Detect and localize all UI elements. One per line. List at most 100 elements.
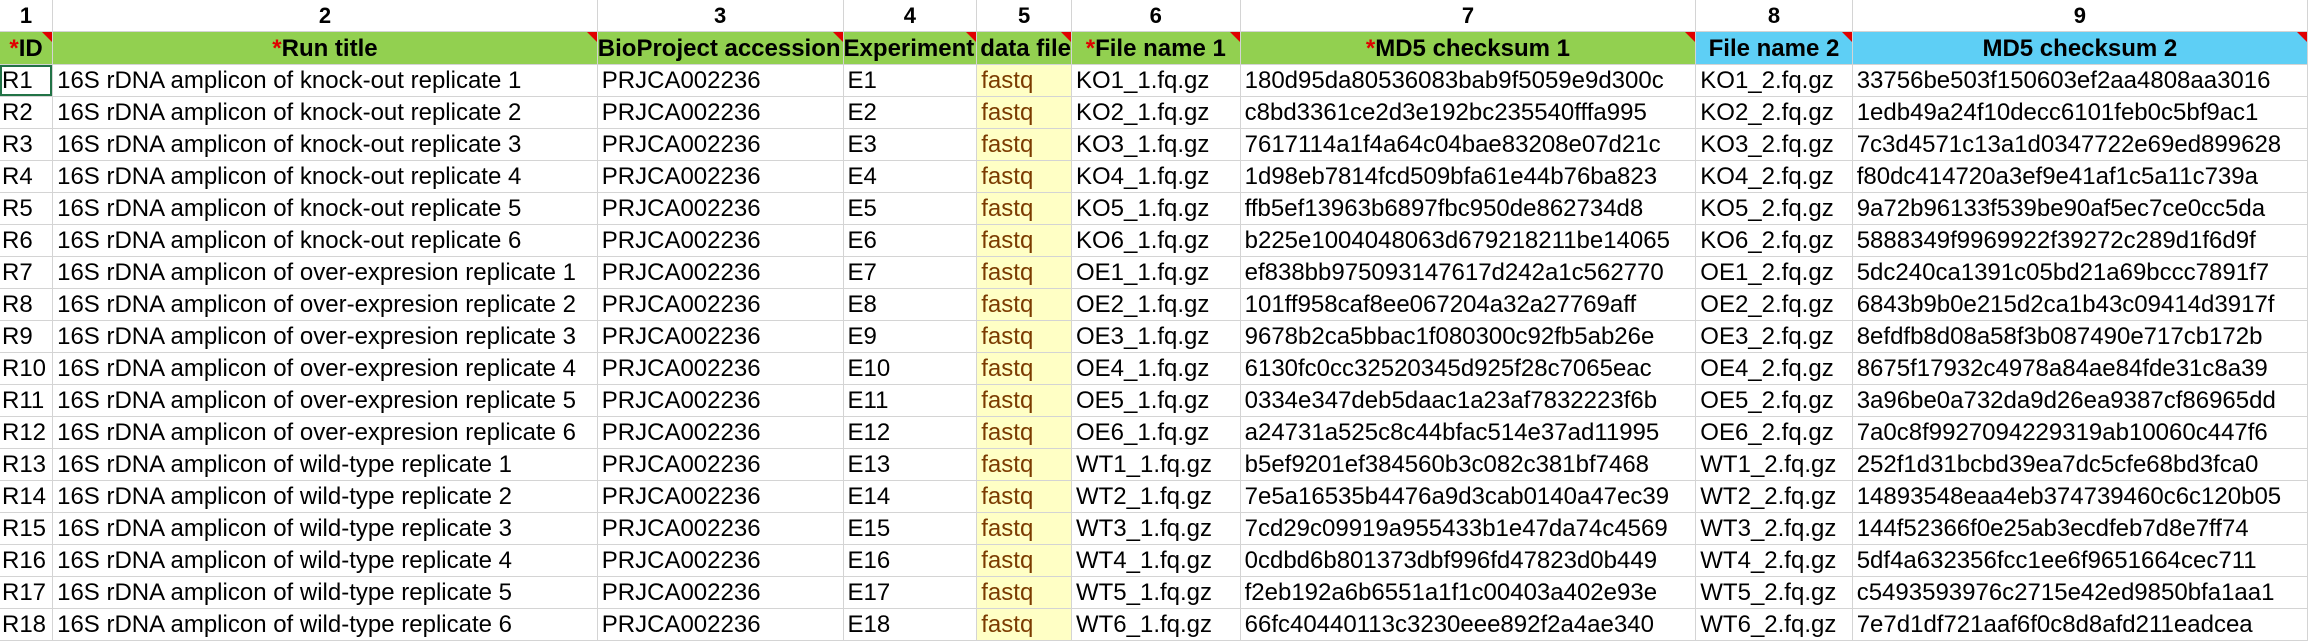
cell-file-name-1[interactable]: OE6_1.fq.gz	[1071, 416, 1241, 449]
cell-file-name-1[interactable]: KO6_1.fq.gz	[1071, 224, 1241, 257]
cell-file-name-1[interactable]: WT5_1.fq.gz	[1071, 576, 1241, 609]
cell-md5-checksum-1[interactable]: 180d95da80536083bab9f5059e9d300c	[1240, 64, 1697, 97]
cell-data-file[interactable]: fastq	[976, 288, 1072, 321]
cell-bioproject-accession[interactable]: PRJCA002236	[597, 160, 844, 193]
cell-bioproject-accession[interactable]: PRJCA002236	[597, 608, 844, 641]
cell-experiment[interactable]: E11	[843, 384, 978, 417]
header-bioproject-accession[interactable]: BioProject accession	[597, 31, 844, 65]
cell-experiment[interactable]: E7	[843, 256, 978, 289]
cell-data-file[interactable]: fastq	[976, 64, 1072, 97]
cell-bioproject-accession[interactable]: PRJCA002236	[597, 224, 844, 257]
cell-id[interactable]: R14	[0, 480, 54, 513]
cell-md5-checksum-2[interactable]: 8efdfb8d08a58f3b087490e717cb172b	[1852, 320, 2308, 353]
cell-run-title[interactable]: 16S rDNA amplicon of knock-out replicate…	[52, 160, 598, 193]
cell-id[interactable]: R16	[0, 544, 54, 577]
cell-file-name-2[interactable]: KO3_2.fq.gz	[1695, 128, 1853, 161]
cell-data-file[interactable]: fastq	[976, 576, 1072, 609]
cell-file-name-1[interactable]: KO5_1.fq.gz	[1071, 192, 1241, 225]
cell-run-title[interactable]: 16S rDNA amplicon of over-expresion repl…	[52, 416, 598, 449]
column-number[interactable]: 3	[597, 0, 844, 32]
cell-id[interactable]: R2	[0, 96, 54, 129]
cell-md5-checksum-1[interactable]: 9678b2ca5bbac1f080300c92fb5ab26e	[1240, 320, 1697, 353]
cell-experiment[interactable]: E16	[843, 544, 978, 577]
cell-data-file[interactable]: fastq	[976, 416, 1072, 449]
cell-bioproject-accession[interactable]: PRJCA002236	[597, 544, 844, 577]
cell-md5-checksum-2[interactable]: 252f1d31bcbd39ea7dc5cfe68bd3fca0	[1852, 448, 2308, 481]
column-number[interactable]: 6	[1071, 0, 1241, 32]
cell-id[interactable]: R15	[0, 512, 54, 545]
cell-file-name-2[interactable]: KO6_2.fq.gz	[1695, 224, 1853, 257]
cell-id[interactable]: R9	[0, 320, 54, 353]
cell-data-file[interactable]: fastq	[976, 448, 1072, 481]
cell-data-file[interactable]: fastq	[976, 512, 1072, 545]
cell-md5-checksum-1[interactable]: 6130fc0cc32520345d925f28c7065eac	[1240, 352, 1697, 385]
column-number[interactable]: 9	[1852, 0, 2308, 32]
cell-file-name-1[interactable]: KO4_1.fq.gz	[1071, 160, 1241, 193]
column-number[interactable]: 4	[843, 0, 978, 32]
cell-data-file[interactable]: fastq	[976, 160, 1072, 193]
cell-run-title[interactable]: 16S rDNA amplicon of knock-out replicate…	[52, 224, 598, 257]
cell-experiment[interactable]: E4	[843, 160, 978, 193]
cell-md5-checksum-1[interactable]: 66fc40440113c3230eee892f2a4ae340	[1240, 608, 1697, 641]
cell-file-name-1[interactable]: OE2_1.fq.gz	[1071, 288, 1241, 321]
header-file-name-2[interactable]: File name 2	[1695, 31, 1853, 65]
cell-run-title[interactable]: 16S rDNA amplicon of knock-out replicate…	[52, 128, 598, 161]
cell-md5-checksum-1[interactable]: ffb5ef13963b6897fbc950de862734d8	[1240, 192, 1697, 225]
column-number[interactable]: 2	[52, 0, 598, 32]
cell-experiment[interactable]: E8	[843, 288, 978, 321]
cell-data-file[interactable]: fastq	[976, 128, 1072, 161]
header-run-title[interactable]: *Run title	[52, 31, 598, 65]
cell-id[interactable]: R5	[0, 192, 54, 225]
cell-experiment[interactable]: E10	[843, 352, 978, 385]
cell-md5-checksum-1[interactable]: c8bd3361ce2d3e192bc235540fffa995	[1240, 96, 1697, 129]
cell-md5-checksum-2[interactable]: 33756be503f150603ef2aa4808aa3016	[1852, 64, 2308, 97]
header-md5-checksum-1[interactable]: *MD5 checksum 1	[1240, 31, 1697, 65]
cell-file-name-1[interactable]: OE3_1.fq.gz	[1071, 320, 1241, 353]
cell-experiment[interactable]: E18	[843, 608, 978, 641]
cell-md5-checksum-1[interactable]: 7cd29c09919a955433b1e47da74c4569	[1240, 512, 1697, 545]
cell-file-name-2[interactable]: OE4_2.fq.gz	[1695, 352, 1853, 385]
cell-file-name-2[interactable]: OE5_2.fq.gz	[1695, 384, 1853, 417]
cell-file-name-1[interactable]: WT1_1.fq.gz	[1071, 448, 1241, 481]
cell-run-title[interactable]: 16S rDNA amplicon of wild-type replicate…	[52, 480, 598, 513]
cell-md5-checksum-2[interactable]: 6843b9b0e215d2ca1b43c09414d3917f	[1852, 288, 2308, 321]
cell-md5-checksum-2[interactable]: 5888349f9969922f39272c289d1f6d9f	[1852, 224, 2308, 257]
cell-file-name-2[interactable]: WT1_2.fq.gz	[1695, 448, 1853, 481]
cell-md5-checksum-2[interactable]: 7e7d1df721aaf6f0c8d8afd211eadcea	[1852, 608, 2308, 641]
cell-file-name-2[interactable]: OE2_2.fq.gz	[1695, 288, 1853, 321]
cell-file-name-1[interactable]: KO2_1.fq.gz	[1071, 96, 1241, 129]
cell-id[interactable]: R7	[0, 256, 54, 289]
cell-md5-checksum-2[interactable]: 9a72b96133f539be90af5ec7ce0cc5da	[1852, 192, 2308, 225]
cell-experiment[interactable]: E9	[843, 320, 978, 353]
cell-run-title[interactable]: 16S rDNA amplicon of over-expresion repl…	[52, 320, 598, 353]
column-number[interactable]: 5	[976, 0, 1072, 32]
cell-md5-checksum-1[interactable]: 1d98eb7814fcd509bfa61e44b76ba823	[1240, 160, 1697, 193]
header-experiment[interactable]: Experiment	[843, 31, 978, 65]
cell-data-file[interactable]: fastq	[976, 480, 1072, 513]
cell-experiment[interactable]: E14	[843, 480, 978, 513]
cell-run-title[interactable]: 16S rDNA amplicon of knock-out replicate…	[52, 96, 598, 129]
cell-bioproject-accession[interactable]: PRJCA002236	[597, 192, 844, 225]
cell-bioproject-accession[interactable]: PRJCA002236	[597, 448, 844, 481]
cell-file-name-2[interactable]: WT6_2.fq.gz	[1695, 608, 1853, 641]
cell-bioproject-accession[interactable]: PRJCA002236	[597, 480, 844, 513]
cell-md5-checksum-2[interactable]: f80dc414720a3ef9e41af1c5a11c739a	[1852, 160, 2308, 193]
cell-md5-checksum-1[interactable]: a24731a525c8c44bfac514e37ad11995	[1240, 416, 1697, 449]
cell-experiment[interactable]: E3	[843, 128, 978, 161]
cell-file-name-1[interactable]: OE4_1.fq.gz	[1071, 352, 1241, 385]
cell-data-file[interactable]: fastq	[976, 192, 1072, 225]
cell-md5-checksum-1[interactable]: 0334e347deb5daac1a23af7832223f6b	[1240, 384, 1697, 417]
cell-file-name-2[interactable]: KO1_2.fq.gz	[1695, 64, 1853, 97]
cell-id[interactable]: R1	[0, 64, 54, 97]
cell-file-name-1[interactable]: KO3_1.fq.gz	[1071, 128, 1241, 161]
cell-id[interactable]: R4	[0, 160, 54, 193]
cell-file-name-2[interactable]: WT2_2.fq.gz	[1695, 480, 1853, 513]
cell-experiment[interactable]: E6	[843, 224, 978, 257]
cell-bioproject-accession[interactable]: PRJCA002236	[597, 256, 844, 289]
cell-id[interactable]: R17	[0, 576, 54, 609]
cell-md5-checksum-2[interactable]: 144f52366f0e25ab3ecdfeb7d8e7ff74	[1852, 512, 2308, 545]
cell-md5-checksum-2[interactable]: 3a96be0a732da9d26ea9387cf86965dd	[1852, 384, 2308, 417]
cell-file-name-2[interactable]: OE3_2.fq.gz	[1695, 320, 1853, 353]
cell-run-title[interactable]: 16S rDNA amplicon of knock-out replicate…	[52, 64, 598, 97]
cell-file-name-2[interactable]: OE6_2.fq.gz	[1695, 416, 1853, 449]
